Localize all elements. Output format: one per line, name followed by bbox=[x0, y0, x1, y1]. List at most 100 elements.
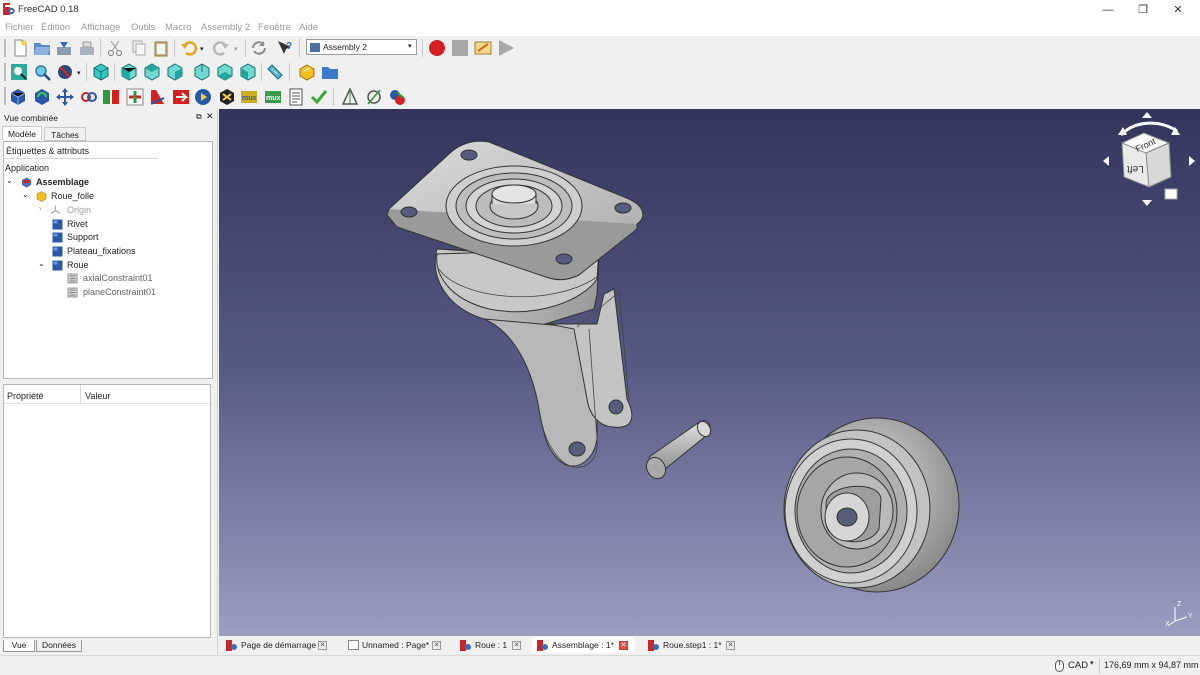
toolbar-grip[interactable] bbox=[4, 39, 6, 57]
axial-constraint-icon[interactable] bbox=[126, 88, 144, 106]
redo-icon[interactable] bbox=[212, 39, 230, 57]
fit-selection-icon[interactable] bbox=[33, 63, 51, 81]
macro-edit-icon[interactable] bbox=[474, 39, 492, 57]
tree-item-origin[interactable]: Origin bbox=[67, 205, 91, 218]
redo-dropdown-arrow-icon[interactable]: ▾ bbox=[234, 45, 238, 53]
import-part-icon[interactable] bbox=[9, 88, 27, 106]
undo-last-constraint-icon[interactable] bbox=[388, 88, 406, 106]
tree-item-assemblage[interactable]: Assemblage bbox=[36, 177, 89, 190]
restore-button[interactable]: ❐ bbox=[1133, 2, 1153, 18]
move-part-icon[interactable] bbox=[56, 88, 74, 106]
float-panel-icon[interactable]: ⧉ bbox=[196, 112, 202, 122]
minimize-button[interactable]: — bbox=[1098, 2, 1118, 18]
copy-icon[interactable] bbox=[130, 39, 148, 57]
right-view-icon[interactable] bbox=[166, 63, 184, 81]
menu-outils[interactable]: Outils bbox=[131, 22, 155, 33]
tree-item-roue[interactable]: Roue bbox=[67, 260, 89, 273]
solve-constraints-icon[interactable] bbox=[194, 88, 212, 106]
tree-item-roue-folle[interactable]: Roue_folle bbox=[51, 191, 94, 204]
cut-icon[interactable] bbox=[106, 39, 124, 57]
macro-record-icon[interactable] bbox=[428, 39, 446, 57]
tree-item-application[interactable]: Application bbox=[5, 163, 49, 176]
collapse-arrow-icon[interactable]: › bbox=[39, 204, 42, 213]
paste-icon[interactable] bbox=[152, 39, 170, 57]
bottom-view-icon[interactable] bbox=[216, 63, 234, 81]
circular-edge-constraint-icon[interactable] bbox=[172, 88, 190, 106]
clear-mux-icon[interactable]: mux bbox=[264, 88, 282, 106]
navigation-style-selector[interactable]: CAD bbox=[1068, 660, 1088, 671]
animate-degrees-of-freedom-icon[interactable] bbox=[218, 88, 236, 106]
create-mux-icon[interactable]: mux bbox=[240, 88, 258, 106]
macro-stop-icon[interactable] bbox=[451, 39, 469, 57]
doc-tab-unnamed-page[interactable]: Unnamed : Page* ✕ bbox=[342, 637, 450, 653]
plane-constraint-icon[interactable] bbox=[102, 88, 120, 106]
top-view-icon[interactable] bbox=[143, 63, 161, 81]
front-view-icon[interactable] bbox=[120, 63, 138, 81]
angle-constraint-icon[interactable] bbox=[149, 88, 167, 106]
expand-arrow-icon[interactable]: ⌄ bbox=[6, 176, 13, 185]
3d-viewport[interactable]: Front Left Z Y X bbox=[219, 109, 1200, 636]
tab-vue[interactable]: Vue bbox=[3, 640, 35, 652]
close-tab-icon[interactable]: ✕ bbox=[619, 641, 628, 650]
menu-fenetre[interactable]: Fenêtre bbox=[258, 22, 291, 33]
roue-part[interactable] bbox=[783, 417, 960, 593]
plateau-fixations-part[interactable] bbox=[386, 140, 644, 281]
close-tab-icon[interactable]: ✕ bbox=[512, 641, 521, 650]
menu-affichage[interactable]: Affichage bbox=[81, 22, 120, 33]
whats-this-help-icon[interactable]: ? bbox=[276, 39, 294, 57]
draw-style-dropdown-icon[interactable]: ▾ bbox=[77, 69, 81, 77]
navigation-cube[interactable]: Front Left bbox=[1099, 109, 1200, 209]
tab-donnees[interactable]: Données bbox=[36, 640, 82, 652]
doc-tab-roue-step1[interactable]: Roue.step1 : 1* ✕ bbox=[643, 637, 743, 653]
undo-dropdown-arrow-icon[interactable]: ▾ bbox=[200, 45, 204, 53]
update-parts-icon[interactable] bbox=[33, 88, 51, 106]
chevron-down-icon[interactable]: ▾ bbox=[1090, 659, 1094, 667]
undo-icon[interactable] bbox=[180, 39, 198, 57]
rear-view-icon[interactable] bbox=[193, 63, 211, 81]
duplicate-part-icon[interactable] bbox=[80, 88, 98, 106]
rivet-part[interactable] bbox=[643, 419, 713, 482]
tree-item-support[interactable]: Support bbox=[67, 232, 99, 245]
refresh-icon[interactable] bbox=[250, 39, 268, 57]
workbench-selector[interactable]: Assembly 2 ▾ bbox=[306, 39, 417, 55]
expand-arrow-icon[interactable]: ⌄ bbox=[38, 259, 45, 268]
left-view-icon[interactable] bbox=[239, 63, 257, 81]
close-tab-icon[interactable]: ✕ bbox=[432, 641, 441, 650]
fit-all-icon[interactable] bbox=[10, 63, 28, 81]
macro-play-icon[interactable] bbox=[497, 39, 515, 57]
open-folder-icon[interactable] bbox=[33, 39, 51, 57]
draw-style-icon[interactable] bbox=[56, 63, 74, 81]
save-as-icon[interactable] bbox=[78, 39, 96, 57]
toolbar-grip[interactable] bbox=[4, 87, 6, 105]
save-icon[interactable] bbox=[55, 39, 73, 57]
close-panel-icon[interactable]: ✕ bbox=[206, 111, 214, 122]
3d-scene[interactable] bbox=[219, 109, 1200, 636]
tree-item-plane-constraint[interactable]: planeConstraint01 bbox=[83, 287, 156, 300]
close-window-button[interactable]: ✕ bbox=[1168, 2, 1188, 18]
menu-macro[interactable]: Macro bbox=[165, 22, 191, 33]
create-group-icon[interactable] bbox=[321, 63, 339, 81]
menu-fichier[interactable]: Fichier bbox=[5, 22, 34, 33]
tree-item-axial-constraint[interactable]: axialConstraint01 bbox=[83, 273, 153, 286]
navcube-graphic[interactable] bbox=[1099, 109, 1200, 209]
new-document-icon[interactable] bbox=[11, 39, 29, 57]
doc-tab-roue[interactable]: Roue : 1 ✕ bbox=[455, 637, 527, 653]
tab-modele[interactable]: Modèle bbox=[2, 126, 42, 140]
expand-arrow-icon[interactable]: ⌄ bbox=[22, 190, 29, 199]
doc-tab-start-page[interactable]: Page de démarrage ✕ bbox=[221, 637, 334, 653]
menu-aide[interactable]: Aide bbox=[299, 22, 318, 33]
close-tab-icon[interactable]: ✕ bbox=[318, 641, 327, 650]
tree-item-plateau-fixations[interactable]: Plateau_fixations bbox=[67, 246, 136, 259]
menu-assembly2[interactable]: Assembly 2 bbox=[201, 22, 250, 33]
toolbar-grip[interactable] bbox=[4, 63, 6, 81]
doc-tab-assemblage[interactable]: Assemblage : 1* ✕ bbox=[532, 637, 635, 653]
isometric-view-icon[interactable] bbox=[92, 63, 110, 81]
circular-edge-icon[interactable] bbox=[365, 88, 383, 106]
tree-item-rivet[interactable]: Rivet bbox=[67, 219, 88, 232]
tab-taches[interactable]: Tâches bbox=[44, 127, 86, 141]
measure-distance-icon[interactable] bbox=[266, 63, 284, 81]
close-tab-icon[interactable]: ✕ bbox=[726, 641, 735, 650]
support-part[interactable] bbox=[434, 248, 633, 468]
menu-edition[interactable]: Édition bbox=[41, 22, 70, 33]
parts-list-icon[interactable] bbox=[287, 88, 305, 106]
